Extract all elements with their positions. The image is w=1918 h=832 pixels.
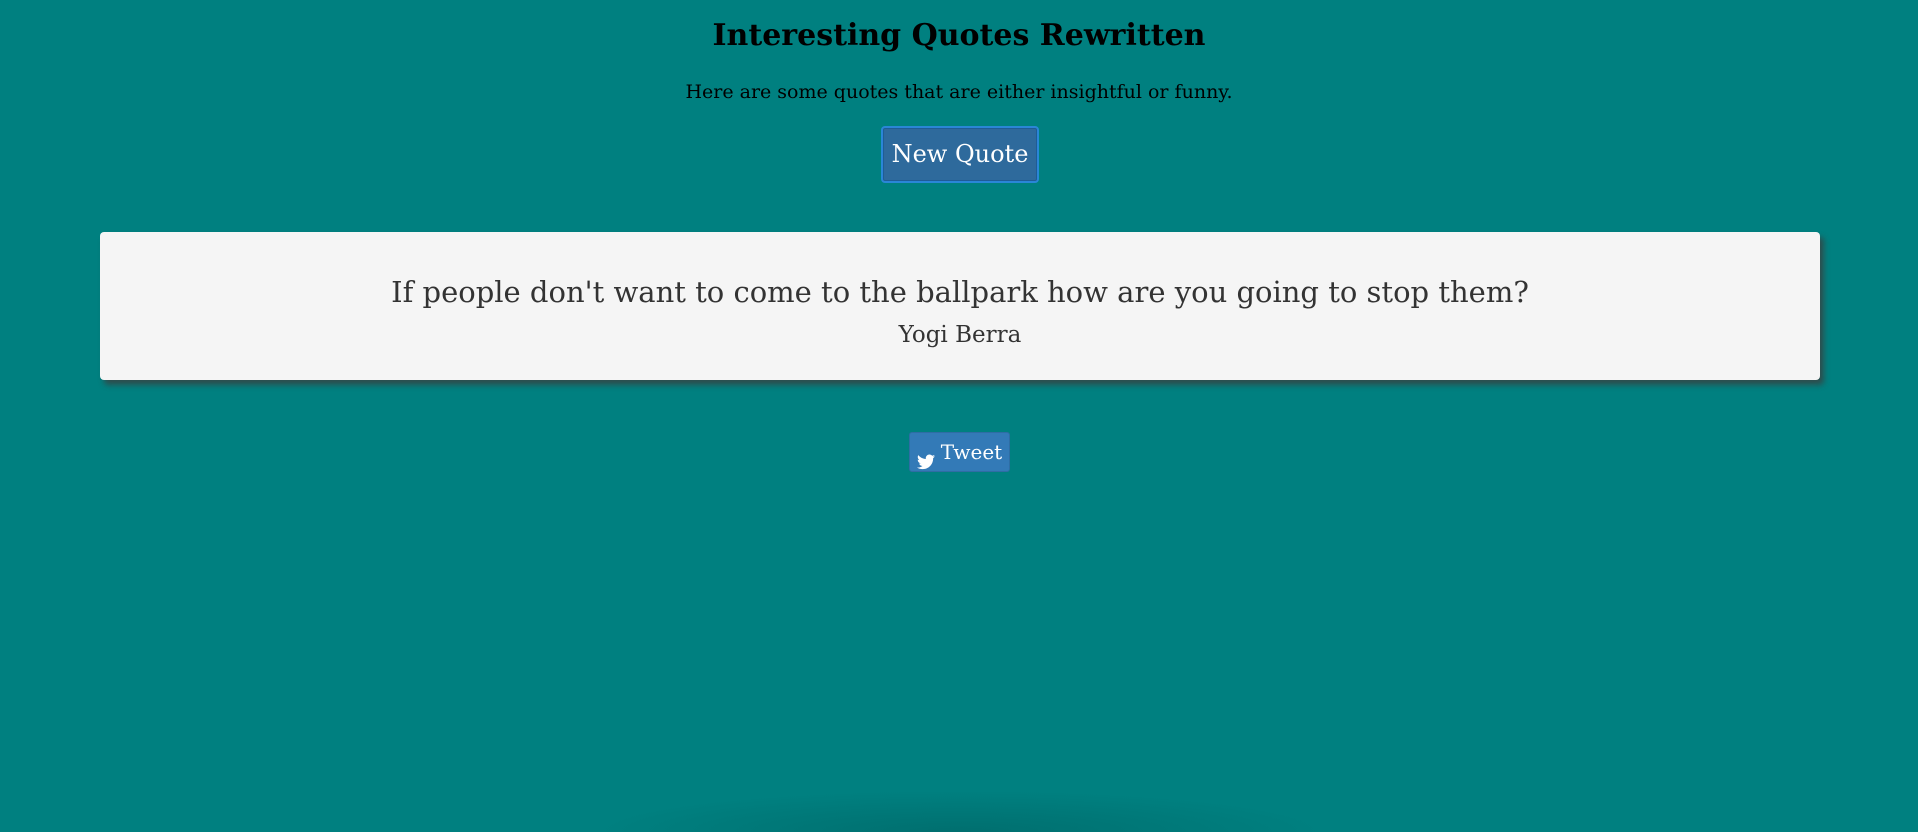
bottom-shadow xyxy=(590,790,1330,832)
new-quote-button[interactable]: New Quote xyxy=(881,126,1039,183)
quote-text: If people don't want to come to the ball… xyxy=(391,275,1529,309)
page: Interesting Quotes Rewritten Here are so… xyxy=(0,0,1918,832)
quote-author: Yogi Berra xyxy=(898,322,1022,348)
tweet-button-label: Tweet xyxy=(940,440,1003,464)
page-subtitle: Here are some quotes that are either ins… xyxy=(685,81,1233,103)
tweet-button[interactable]: Tweet xyxy=(909,432,1010,472)
twitter-bird-icon xyxy=(916,444,935,470)
page-title: Interesting Quotes Rewritten xyxy=(712,18,1206,53)
quote-card: If people don't want to come to the ball… xyxy=(100,232,1820,380)
